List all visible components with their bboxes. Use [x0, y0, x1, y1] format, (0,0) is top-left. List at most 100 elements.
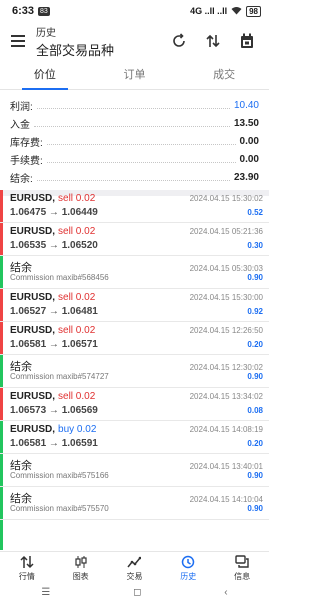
title-block[interactable]: 历史 全部交易品种 [36, 24, 165, 59]
trade-prices: 1.06581 → 1.06591 [10, 438, 98, 449]
trade-profit: 0.30 [247, 241, 263, 250]
status-time: 6:33 [12, 5, 35, 17]
balance-comment: Commission maxib#575166 [10, 471, 109, 480]
page-title: 历史 [36, 27, 56, 39]
trade-symbol: EURUSD, [10, 391, 56, 402]
trade-profit: 0.20 [247, 439, 263, 448]
summary-commission: 手续费: 0.00 [0, 150, 269, 168]
trade-side: sell 0.02 [58, 325, 96, 336]
nav-trade[interactable]: 交易 [108, 552, 162, 585]
period-button[interactable] [165, 27, 193, 55]
side-indicator-bar [0, 520, 3, 550]
trade-time: 2024.04.15 05:21:36 [189, 227, 263, 236]
wifi-icon [231, 6, 242, 17]
chat-icon [235, 555, 249, 568]
network-indicator: 4G ..ll ..ll [190, 6, 228, 16]
summary-balance: 结余: 23.90 [0, 168, 269, 186]
status-icons: 4G ..ll ..ll 98 [190, 5, 261, 17]
trade-prices: 1.06573 → 1.06569 [10, 405, 98, 416]
nav-charts[interactable]: 图表 [54, 552, 108, 585]
arrows-updown-icon [20, 555, 34, 569]
trade-side: sell 0.02 [58, 193, 96, 204]
nav-label: 信息 [234, 572, 251, 581]
trade-side: sell 0.02 [58, 226, 96, 237]
summary-value: 23.90 [233, 171, 259, 183]
trade-row[interactable]: EURUSD, sell 0.02 2024.04.15 13:34:02 1.065… [0, 388, 269, 421]
trade-side: sell 0.02 [58, 391, 96, 402]
trade-profit: 0.92 [247, 307, 263, 316]
summary-value: 10.40 [233, 99, 259, 111]
trade-time: 2024.04.15 15:30:00 [189, 293, 263, 302]
candles-icon [75, 556, 87, 568]
balance-row[interactable]: 结余 2024.04.15 12:30:02 Commission maxib#57… [0, 355, 269, 388]
trade-row[interactable]: EURUSD, sell 0.02 2024.04.15 12:26:50 1.065… [0, 322, 269, 355]
back-icon[interactable]: ‹ [224, 587, 227, 598]
hamburger-icon [11, 35, 25, 47]
balance-comment: Commission maxib#575570 [10, 504, 109, 513]
nav-messages[interactable]: 信息 [215, 552, 269, 585]
balance-row[interactable] [0, 520, 269, 550]
trend-icon [127, 556, 142, 568]
side-indicator-bar [0, 322, 3, 354]
dotted-leader [36, 107, 230, 109]
history-list: EURUSD, sell 0.02 2024.04.15 15:30:02 1.064… [0, 190, 269, 550]
summary-value: 0.00 [239, 135, 259, 147]
recent-apps-icon[interactable]: ☰ [41, 587, 50, 598]
balance-row[interactable]: 结余 2024.04.15 14:10:04 Commission maxib#57… [0, 487, 269, 520]
nav-history[interactable]: 历史 [161, 552, 215, 585]
balance-row[interactable]: 结余 2024.04.15 05:30:03 Commission maxib#56… [0, 256, 269, 289]
tab-orders[interactable]: 订单 [90, 62, 180, 89]
balance-amount: 0.90 [247, 504, 263, 513]
trade-symbol: EURUSD, [10, 292, 56, 303]
summary-swap: 库存费: 0.00 [0, 132, 269, 150]
side-indicator-bar [0, 223, 3, 255]
summary-profit: 利润: 10.40 [0, 96, 269, 114]
menu-button[interactable] [0, 22, 36, 60]
side-indicator-bar [0, 190, 3, 222]
balance-amount: 0.90 [247, 471, 263, 480]
home-icon[interactable]: ◻ [133, 587, 141, 598]
sort-icon [206, 34, 220, 48]
nav-label: 历史 [180, 572, 197, 581]
trade-prices: 1.06581 → 1.06571 [10, 339, 98, 350]
balance-comment: Commission maxib#568456 [10, 273, 109, 282]
trade-profit: 0.08 [247, 406, 263, 415]
side-indicator-bar [0, 256, 3, 288]
trade-row[interactable]: EURUSD, sell 0.02 2024.04.15 05:21:36 1.065… [0, 223, 269, 256]
side-indicator-bar [0, 487, 3, 519]
summary-label: 利润: [10, 101, 33, 113]
app-header: 历史 全部交易品种 [0, 22, 269, 60]
trade-time: 2024.04.15 12:26:50 [189, 326, 263, 335]
history-tabs: 价位 订单 成交 [0, 62, 269, 90]
trade-prices: 1.06535 → 1.06520 [10, 240, 98, 251]
trade-profit: 0.52 [247, 208, 263, 217]
summary-label: 手续费: [10, 155, 43, 167]
status-bar: 6:33 83 4G ..ll ..ll 98 [0, 0, 269, 22]
balance-amount: 0.90 [247, 273, 263, 282]
trade-row[interactable]: EURUSD, sell 0.02 2024.04.15 15:30:00 1.065… [0, 289, 269, 322]
calendar-icon [241, 33, 253, 48]
trade-time: 2024.04.15 13:34:02 [189, 392, 263, 401]
nav-quotes[interactable]: 行情 [0, 552, 54, 585]
tab-positions[interactable]: 价位 [0, 62, 90, 90]
side-indicator-bar [0, 388, 3, 420]
calendar-button[interactable] [233, 27, 261, 55]
balance-amount: 0.90 [247, 372, 263, 381]
nav-label: 行情 [18, 572, 35, 581]
trade-profit: 0.20 [247, 340, 263, 349]
system-navigation: ☰ ◻ ‹ [0, 585, 269, 600]
summary-value: 13.50 [233, 117, 259, 129]
balance-row[interactable]: 结余 2024.04.15 13:40:01 Commission maxib#57… [0, 454, 269, 487]
side-indicator-bar [0, 289, 3, 321]
side-indicator-bar [0, 421, 3, 453]
trade-time: 2024.04.15 14:08:19 [189, 425, 263, 434]
trade-prices: 1.06527 → 1.06481 [10, 306, 98, 317]
nav-label: 交易 [126, 572, 143, 581]
trade-row[interactable]: EURUSD, buy 0.02 2024.04.15 14:08:19 1.0658… [0, 421, 269, 454]
balance-time: 2024.04.15 12:30:02 [189, 363, 263, 372]
side-indicator-bar [0, 355, 3, 387]
tab-deals[interactable]: 成交 [179, 62, 269, 89]
trade-row[interactable]: EURUSD, sell 0.02 2024.04.15 15:30:02 1.064… [0, 190, 269, 223]
sort-button[interactable] [199, 27, 227, 55]
balance-time: 2024.04.15 13:40:01 [189, 462, 263, 471]
